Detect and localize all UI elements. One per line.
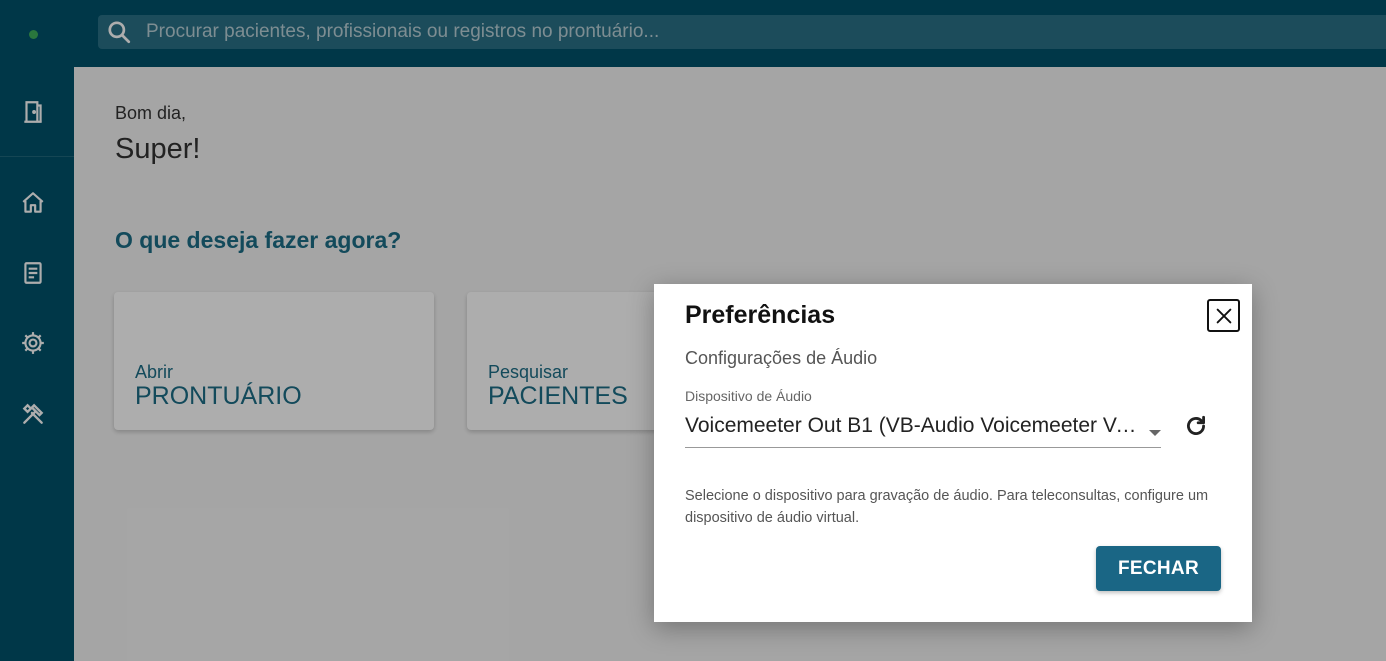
- close-button[interactable]: [1207, 299, 1240, 332]
- close-dialog-button[interactable]: FECHAR: [1096, 546, 1221, 591]
- dialog-title: Preferências: [685, 301, 836, 329]
- dialog-subtitle: Configurações de Áudio: [685, 348, 878, 368]
- audio-device-select[interactable]: Voicemeeter Out B1 (VB-Audio Voicemeeter…: [685, 412, 1161, 448]
- chevron-down-icon: [1149, 430, 1161, 436]
- preferences-dialog: Preferências Configurações de Áudio Disp…: [654, 284, 1252, 622]
- refresh-icon: [1187, 415, 1205, 435]
- refresh-button[interactable]: [1182, 412, 1210, 440]
- audio-device-value: Voicemeeter Out B1 (VB-Audio Voicemeeter…: [685, 414, 1145, 437]
- audio-device-label: Dispositivo de Áudio: [685, 388, 812, 404]
- close-icon: [1216, 308, 1231, 323]
- helper-text: Selecione o dispositivo para gravação de…: [685, 488, 1209, 526]
